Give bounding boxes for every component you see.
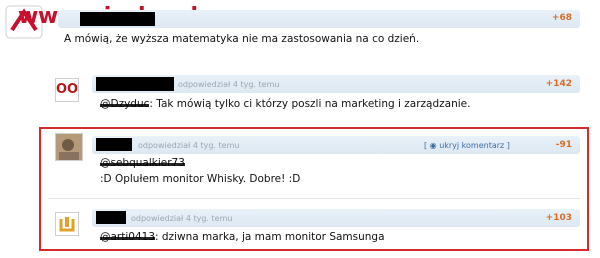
avatar[interactable]: OO <box>55 78 79 102</box>
user-photo-icon <box>56 134 82 160</box>
comment-2-meta: odpowiedział 4 tyg. temu <box>178 80 280 89</box>
comment-4-author-redacted <box>96 211 126 224</box>
comment-4-score: +103 <box>545 213 572 223</box>
comment-2-body: @Dzyduc: Tak mówią tylko ci którzy poszl… <box>100 98 470 110</box>
comment-4-body: @arti0413: dziwna marka, ja mam monitor … <box>100 231 385 243</box>
comment-3-author-redacted <box>96 138 132 151</box>
comment-3-meta: odpowiedział 4 tyg. temu <box>138 141 240 150</box>
comment-4-meta: odpowiedział 4 tyg. temu <box>131 214 233 223</box>
comment-4-mention[interactable]: @arti0413 <box>100 231 156 243</box>
comment-3-mention[interactable]: @sebqualkier73 <box>100 157 185 169</box>
bracket-logo-icon <box>59 217 75 232</box>
comment-2-author-redacted <box>96 77 174 91</box>
comment-4-text: : dziwna marka, ja mam monitor Samsunga <box>155 231 385 243</box>
divider <box>48 198 580 199</box>
comment-1-text: A mówią, że wyższa matematyka nie ma zas… <box>64 33 420 45</box>
avatar[interactable] <box>55 133 83 161</box>
avatar-oo-icon: OO <box>56 82 79 97</box>
comment-2-score: +142 <box>545 79 572 89</box>
comment-1-score: +68 <box>551 13 572 23</box>
comment-2-text: : Tak mówią tylko ci którzy poszli na ma… <box>149 98 471 110</box>
comment-3-text: :D Oplułem monitor Whisky. Dobre! :D <box>100 173 301 185</box>
comment-2-mention[interactable]: @Dzyduc <box>100 98 150 110</box>
avatar[interactable] <box>55 212 79 236</box>
hide-comment-link[interactable]: [ ◉ ukryj komentarz ] <box>424 141 510 150</box>
comment-3-score: -91 <box>555 140 572 150</box>
comment-1-author-redacted <box>80 12 155 26</box>
